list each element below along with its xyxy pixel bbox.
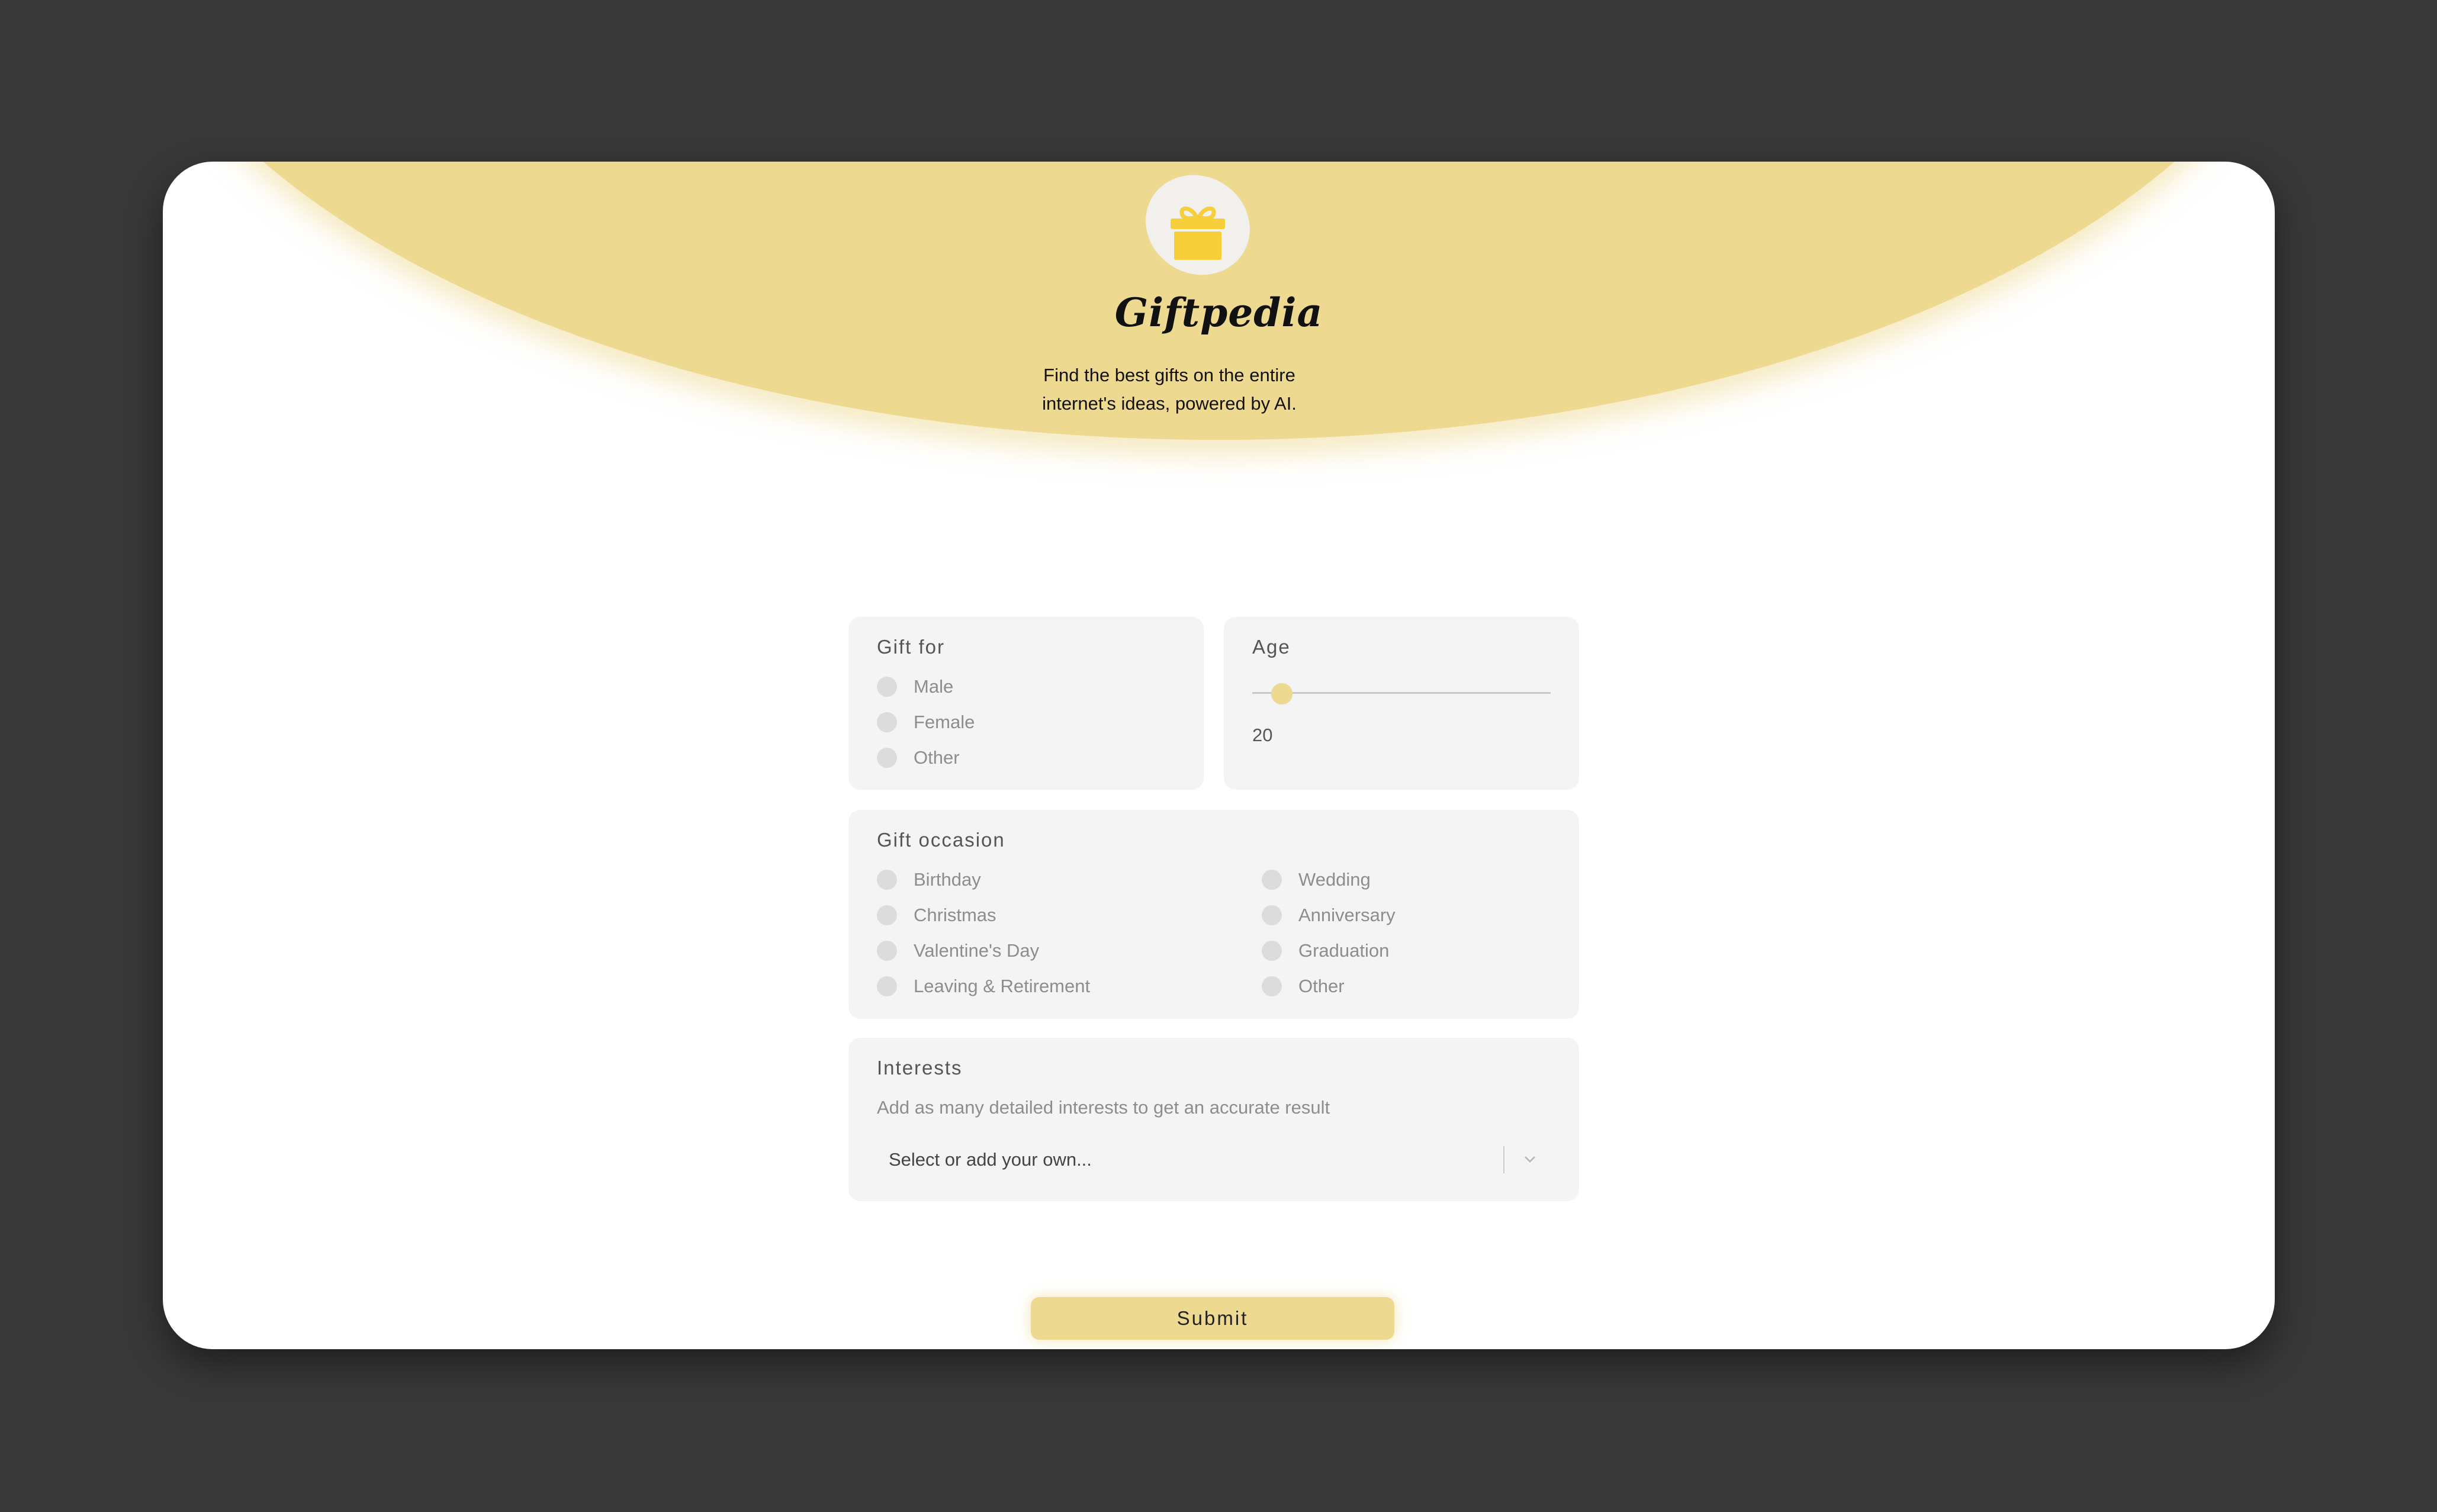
occasion-option-anniversary[interactable]: Anniversary [1262,900,1396,930]
radio-button[interactable] [1262,976,1282,996]
radio-button[interactable] [877,976,897,996]
option-label: Other [914,747,960,768]
gift-icon [1171,206,1225,260]
gift-for-option-other[interactable]: Other [877,743,960,773]
radio-button[interactable] [1262,870,1282,890]
radio-button[interactable] [877,905,897,925]
app-subtitle: Find the best gifts on the entire intern… [962,361,1377,418]
gift-occasion-panel: Gift occasion Birthday Christmas Valenti… [848,810,1579,1019]
option-label: Graduation [1298,940,1390,961]
interests-panel: Interests Add as many detailed interests… [848,1038,1579,1201]
radio-button[interactable] [1262,941,1282,961]
chevron-down-icon[interactable] [1520,1149,1540,1169]
radio-button[interactable] [1262,905,1282,925]
subtitle-line-2: internet's ideas, powered by AI. [1042,393,1297,414]
option-label: Christmas [914,905,996,925]
age-slider-thumb[interactable] [1271,683,1293,704]
gift-for-option-male[interactable]: Male [877,672,953,702]
occasion-option-leaving-retirement[interactable]: Leaving & Retirement [877,971,1090,1001]
gift-for-option-female[interactable]: Female [877,707,975,737]
option-label: Male [914,676,954,697]
option-label: Valentine's Day [914,940,1040,961]
occasion-option-wedding[interactable]: Wedding [1262,865,1371,895]
interests-select[interactable]: Select or add your own... [877,1138,1554,1180]
age-slider-track[interactable] [1252,692,1551,694]
option-label: Leaving & Retirement [914,976,1091,996]
submit-button[interactable]: Submit [1031,1297,1394,1340]
occasion-option-other[interactable]: Other [1262,971,1345,1001]
occasion-option-birthday[interactable]: Birthday [877,865,981,895]
option-label: Birthday [914,869,981,890]
interests-title: Interests [877,1057,963,1079]
radio-button[interactable] [877,870,897,890]
option-label: Female [914,712,975,732]
interests-select-placeholder: Select or add your own... [889,1149,1092,1170]
option-label: Other [1298,976,1345,996]
age-panel: Age 20 [1224,617,1579,790]
gift-for-panel: Gift for Male Female Other [848,617,1204,790]
radio-button[interactable] [877,677,897,697]
radio-button[interactable] [877,712,897,732]
occasion-option-graduation[interactable]: Graduation [1262,936,1389,966]
select-divider [1503,1146,1504,1173]
occasion-option-valentines-day[interactable]: Valentine's Day [877,936,1039,966]
radio-button[interactable] [877,748,897,768]
age-title: Age [1252,636,1291,658]
subtitle-line-1: Find the best gifts on the entire [1043,365,1295,385]
app-title: Giftpedia [1114,289,1323,336]
gift-for-title: Gift for [877,636,946,658]
interests-hint: Add as many detailed interests to get an… [877,1097,1330,1118]
radio-button[interactable] [877,941,897,961]
option-label: Wedding [1298,869,1371,890]
occasion-option-christmas[interactable]: Christmas [877,900,996,930]
option-label: Anniversary [1298,905,1396,925]
age-value: 20 [1252,725,1273,745]
gift-occasion-title: Gift occasion [877,829,1005,851]
main-card: Giftpedia Find the best gifts on the ent… [163,162,2275,1349]
